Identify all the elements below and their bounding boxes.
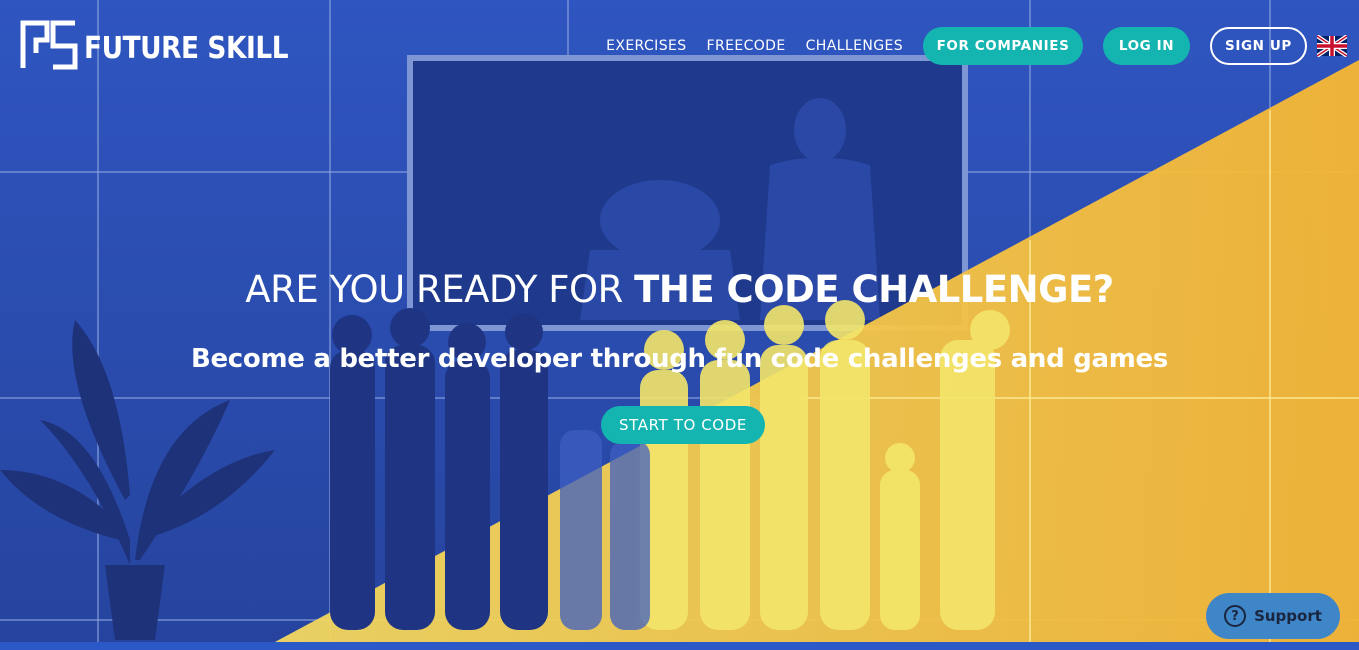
for-companies-button[interactable]: FOR COMPANIES [923,27,1083,65]
site-logo[interactable]: FUTURE SKILL [20,20,316,70]
hero-headline: ARE YOU READY FOR THE CODE CHALLENGE? [0,268,1359,311]
hero-section: FUTURE SKILL EXERCISES FREECODE CHALLENG… [0,0,1359,650]
hero-headline-light: ARE YOU READY FOR [245,268,635,311]
signup-button[interactable]: SIGN UP [1210,27,1307,65]
hero-background-illustration [0,0,1359,650]
uk-flag-icon[interactable] [1317,35,1347,57]
hero-subheadline: Become a better developer through fun co… [190,344,1169,374]
login-button[interactable]: LOG IN [1103,27,1190,65]
brand-name: FUTURE SKILL [84,30,289,66]
question-icon: ? [1224,605,1247,627]
support-button[interactable]: ? Support [1206,593,1340,639]
start-to-code-button[interactable]: START TO CODE [601,406,765,444]
support-label: Support [1254,607,1322,625]
future-skill-logo-icon [20,20,78,70]
nav-link-freecode[interactable]: FREECODE [707,38,786,54]
nav-link-exercises[interactable]: EXERCISES [606,38,686,54]
hero-headline-bold: THE CODE CHALLENGE? [634,268,1114,311]
nav-link-challenges[interactable]: CHALLENGES [806,38,903,54]
main-nav: EXERCISES FREECODE CHALLENGES FOR COMPAN… [606,27,1347,65]
